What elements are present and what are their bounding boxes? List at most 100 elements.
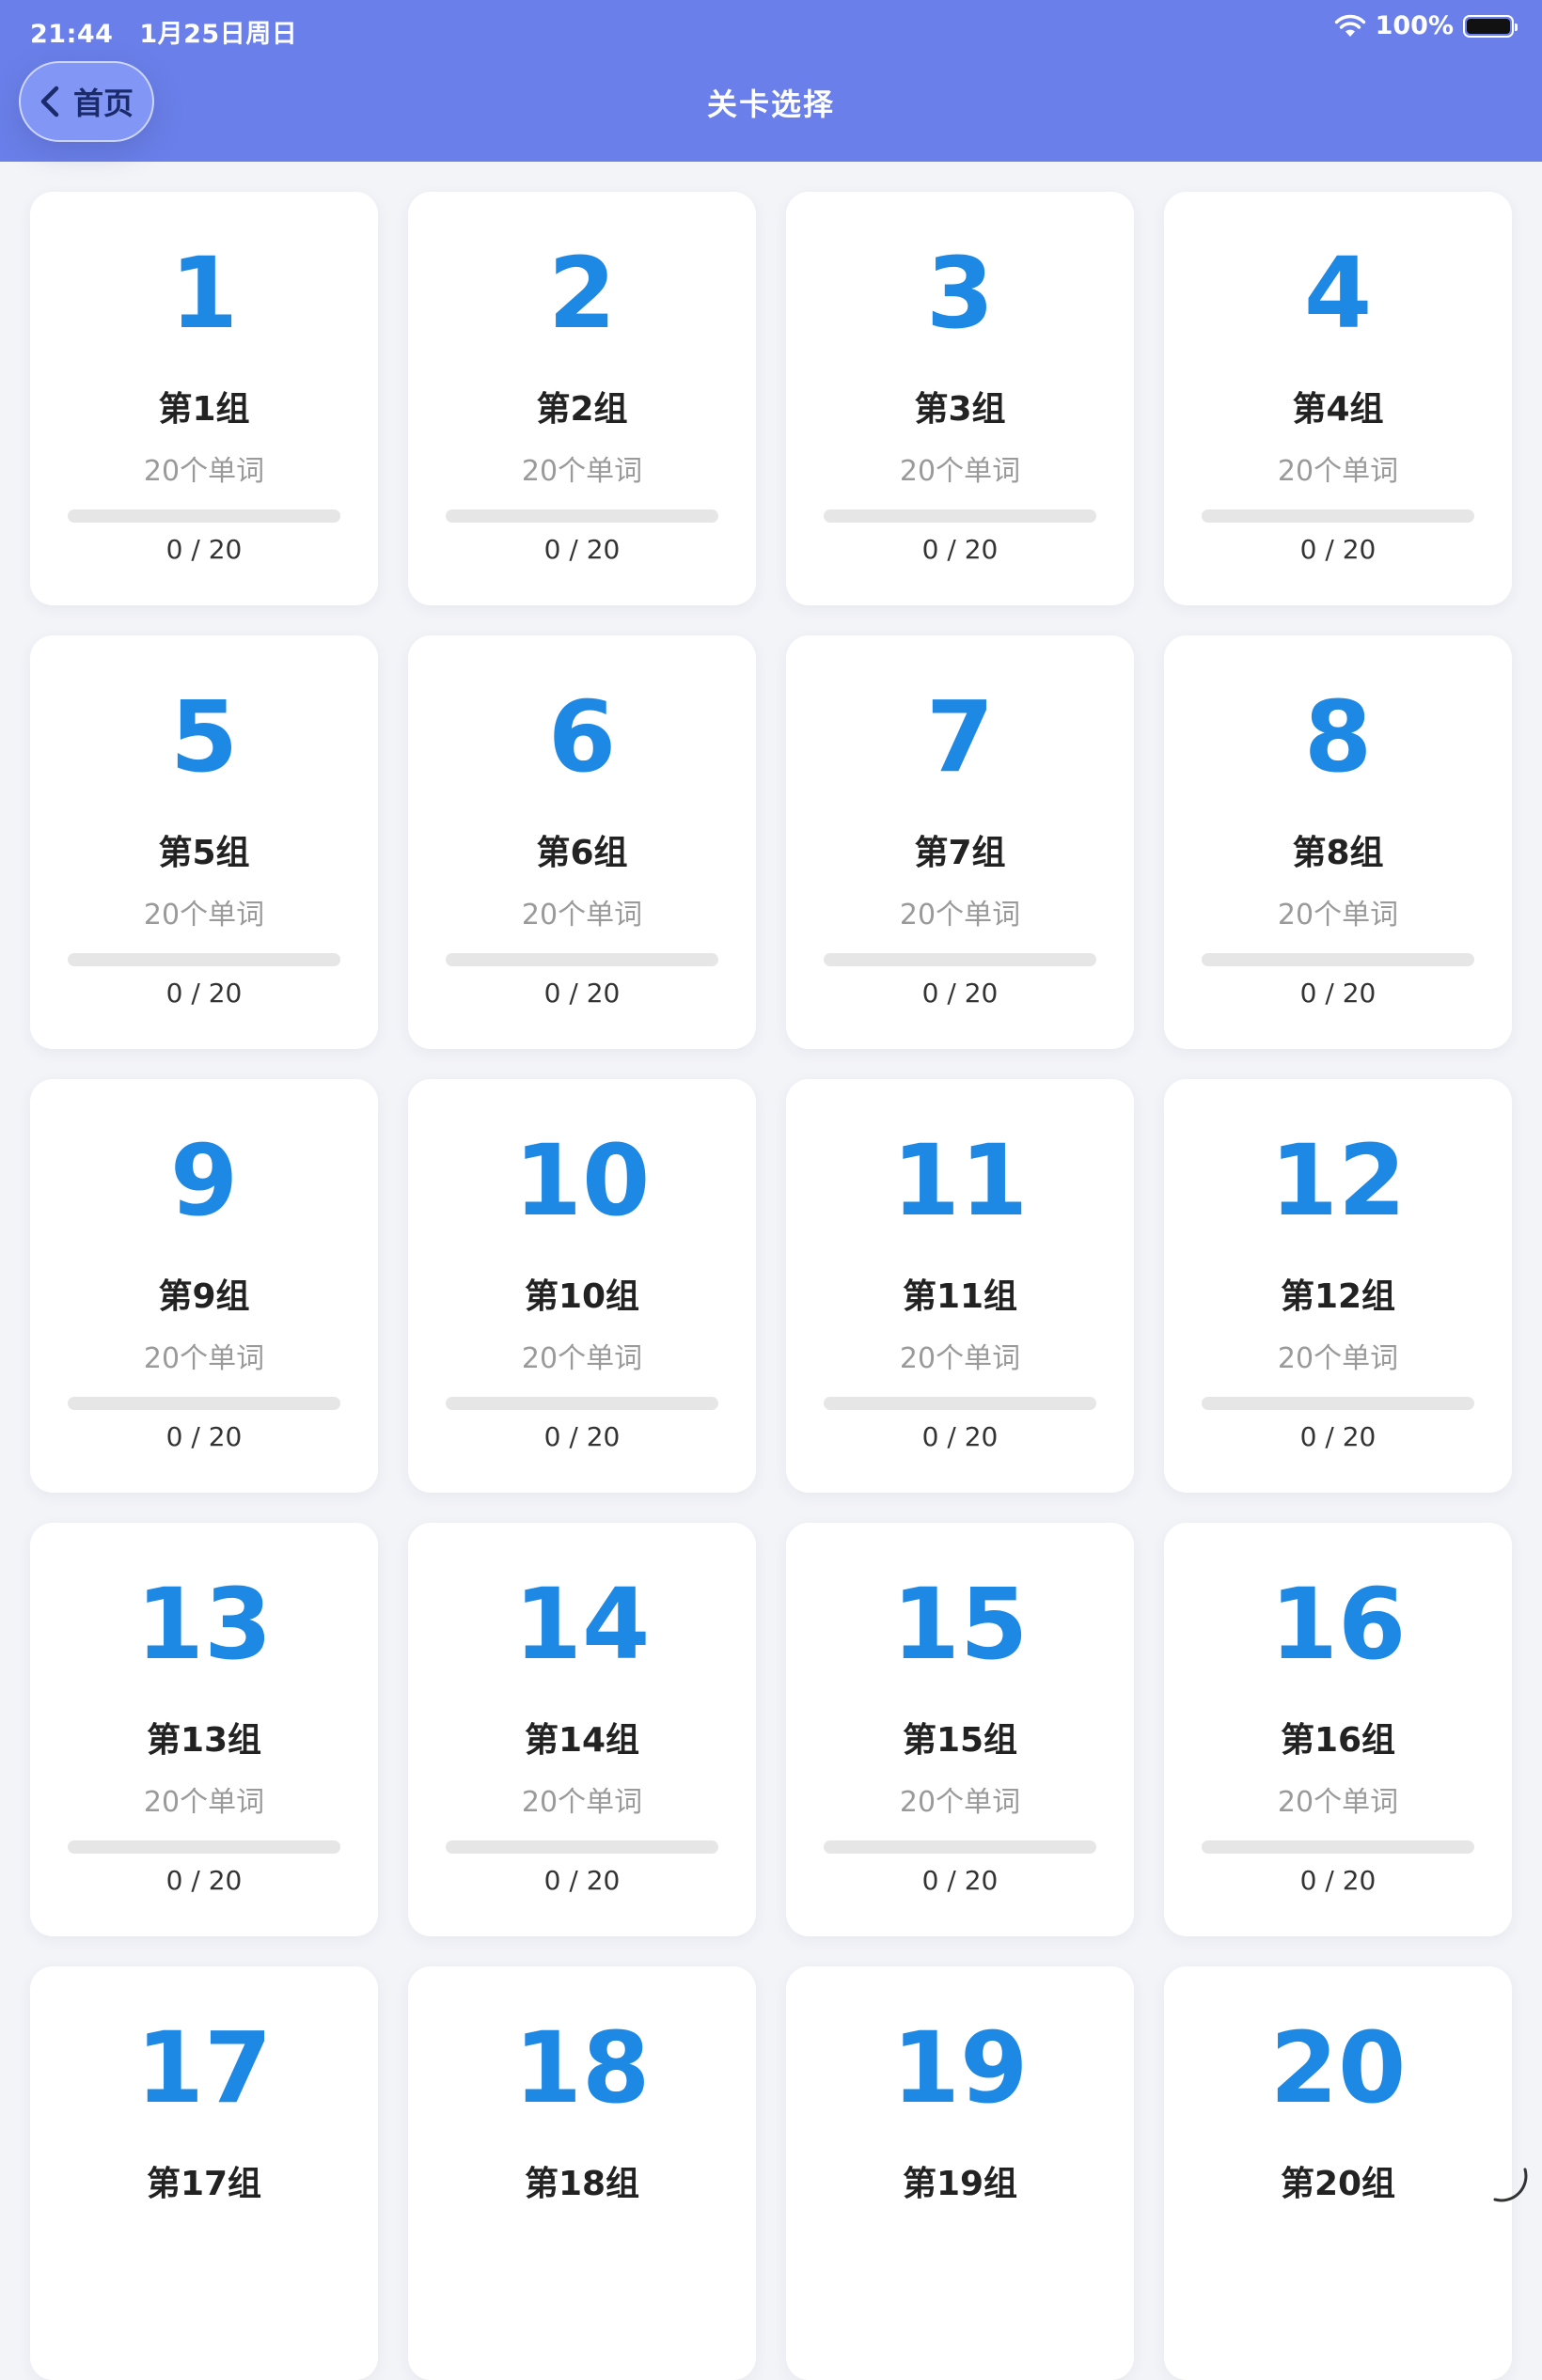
level-card[interactable]: 18 第18组 — [408, 1966, 756, 2380]
progress-bar — [68, 953, 340, 966]
group-name: 第18组 — [408, 2156, 756, 2205]
level-card[interactable]: 13 第13组 20个单词 0 / 20 — [30, 1523, 378, 1936]
level-card[interactable]: 12第12组20个单词0 / 20 — [1164, 1079, 1512, 1493]
group-name: 第13组 — [30, 1713, 378, 1762]
group-name: 第2组 — [408, 382, 756, 431]
progress-bar — [446, 509, 718, 523]
progress-text: 0 / 20 — [1164, 978, 1512, 1009]
status-clock: 21:44 — [30, 20, 113, 49]
level-card[interactable]: 7第7组20个单词0 / 20 — [786, 635, 1134, 1049]
progress-text: 0 / 20 — [786, 1421, 1134, 1452]
level-card[interactable]: 4第4组20个单词0 / 20 — [1164, 192, 1512, 605]
progress-text: 0 / 20 — [408, 534, 756, 565]
group-name: 第12组 — [1164, 1269, 1512, 1318]
progress-text: 0 / 20 — [786, 534, 1134, 565]
progress-bar — [68, 1840, 340, 1854]
level-card[interactable]: 3 第3组 20个单词 0 / 20 — [786, 192, 1134, 605]
level-card[interactable]: 14第14组20个单词0 / 20 — [408, 1523, 756, 1936]
level-card[interactable]: 17 第17组 — [30, 1966, 378, 2380]
app-header: 21:44 1月25日周日 100% 首页 关卡选择 — [0, 0, 1542, 162]
level-card[interactable]: 20第20组 — [1164, 1966, 1512, 2380]
level-grid: 1第1组20个单词0 / 202第2组20个单词0 / 203第3组20个单词0… — [30, 192, 1514, 2380]
word-count: 20个单词 — [1164, 447, 1512, 489]
progress-text: 0 / 20 — [1164, 534, 1512, 565]
level-card[interactable]: 2 第2组 20个单词 0 / 20 — [408, 192, 756, 605]
group-name: 第7组 — [786, 825, 1134, 874]
word-count: 20个单词 — [408, 447, 756, 489]
progress-text: 0 / 20 — [30, 1421, 378, 1452]
loading-spinner-icon — [1487, 2162, 1533, 2207]
progress-bar — [824, 1397, 1096, 1410]
level-number: 11 — [786, 1128, 1134, 1233]
level-card[interactable]: 8 第8组 20个单词 0 / 20 — [1164, 635, 1512, 1049]
level-number: 8 — [1164, 684, 1512, 790]
status-date: 1月25日周日 — [139, 20, 297, 49]
level-number: 15 — [786, 1572, 1134, 1677]
group-name: 第16组 — [1164, 1713, 1512, 1762]
progress-text: 0 / 20 — [786, 978, 1134, 1009]
progress-text: 0 / 20 — [408, 978, 756, 1009]
level-card[interactable]: 10第10组20个单词0 / 20 — [408, 1079, 756, 1493]
word-count: 20个单词 — [30, 1778, 378, 1820]
level-card[interactable]: 19 第19组 — [786, 1966, 1134, 2380]
level-card[interactable]: 1第1组20个单词0 / 20 — [30, 192, 378, 605]
group-name: 第3组 — [786, 382, 1134, 431]
level-number: 12 — [1164, 1128, 1512, 1233]
group-name: 第17组 — [30, 2156, 378, 2205]
group-name: 第8组 — [1164, 825, 1512, 874]
battery-percent: 100% — [1376, 11, 1454, 40]
level-number: 3 — [786, 241, 1134, 346]
level-number: 10 — [408, 1128, 756, 1233]
group-name: 第15组 — [786, 1713, 1134, 1762]
level-card[interactable]: 11 第11组 20个单词 0 / 20 — [786, 1079, 1134, 1493]
progress-text: 0 / 20 — [1164, 1421, 1512, 1452]
progress-bar — [824, 953, 1096, 966]
level-number: 6 — [408, 684, 756, 790]
status-indicators: 100% — [1334, 11, 1514, 40]
progress-text: 0 / 20 — [1164, 1865, 1512, 1896]
level-number: 20 — [1164, 2015, 1512, 2121]
level-number: 14 — [408, 1572, 756, 1677]
level-card[interactable]: 5第5组20个单词0 / 20 — [30, 635, 378, 1049]
progress-text: 0 / 20 — [786, 1865, 1134, 1896]
progress-text: 0 / 20 — [30, 1865, 378, 1896]
level-card[interactable]: 6 第6组 20个单词 0 / 20 — [408, 635, 756, 1049]
level-number: 2 — [408, 241, 756, 346]
group-name: 第6组 — [408, 825, 756, 874]
group-name: 第19组 — [786, 2156, 1134, 2205]
level-number: 16 — [1164, 1572, 1512, 1677]
page-title: 关卡选择 — [0, 81, 1542, 124]
group-name: 第1组 — [30, 382, 378, 431]
word-count: 20个单词 — [786, 1335, 1134, 1376]
level-number: 5 — [30, 684, 378, 790]
progress-bar — [1202, 1840, 1474, 1854]
level-number: 19 — [786, 2015, 1134, 2121]
progress-bar — [446, 1840, 718, 1854]
level-card[interactable]: 9第9组20个单词0 / 20 — [30, 1079, 378, 1493]
group-name: 第9组 — [30, 1269, 378, 1318]
group-name: 第14组 — [408, 1713, 756, 1762]
level-number: 18 — [408, 2015, 756, 2121]
word-count: 20个单词 — [786, 891, 1134, 932]
progress-bar — [1202, 509, 1474, 523]
status-time: 21:44 1月25日周日 — [30, 13, 297, 50]
wifi-icon — [1334, 14, 1366, 39]
level-card[interactable]: 15第15组20个单词0 / 20 — [786, 1523, 1134, 1936]
group-name: 第11组 — [786, 1269, 1134, 1318]
word-count: 20个单词 — [30, 891, 378, 932]
progress-text: 0 / 20 — [30, 534, 378, 565]
progress-bar — [446, 1397, 718, 1410]
level-number: 17 — [30, 2015, 378, 2121]
progress-text: 0 / 20 — [408, 1421, 756, 1452]
word-count: 20个单词 — [408, 891, 756, 932]
level-number: 13 — [30, 1572, 378, 1677]
word-count: 20个单词 — [408, 1335, 756, 1376]
word-count: 20个单词 — [30, 1335, 378, 1376]
level-card[interactable]: 16第16组20个单词0 / 20 — [1164, 1523, 1512, 1936]
progress-bar — [824, 1840, 1096, 1854]
progress-bar — [1202, 953, 1474, 966]
word-count: 20个单词 — [786, 447, 1134, 489]
progress-bar — [446, 953, 718, 966]
word-count: 20个单词 — [1164, 891, 1512, 932]
word-count: 20个单词 — [30, 447, 378, 489]
